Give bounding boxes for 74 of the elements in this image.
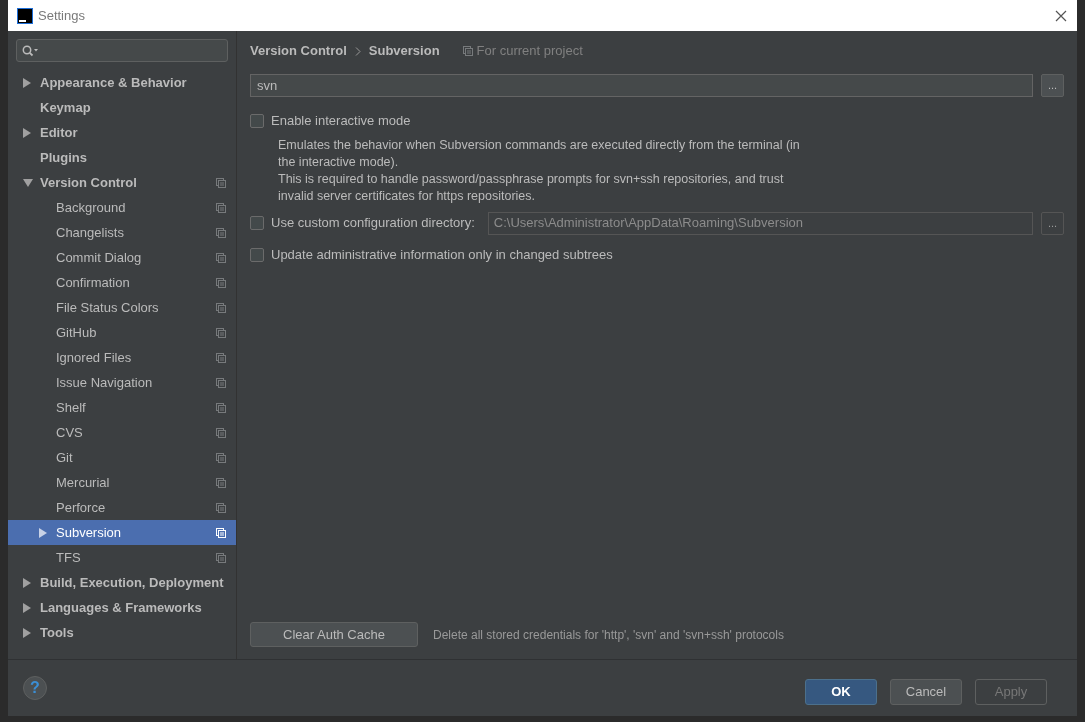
tree-item[interactable]: Background (8, 195, 236, 220)
checkbox-label[interactable]: Use custom configuration directory: (271, 213, 475, 233)
tree-item[interactable]: Commit Dialog (8, 245, 236, 270)
tree-item[interactable]: GitHub (8, 320, 236, 345)
browse-button[interactable]: ... (1041, 211, 1064, 235)
description-text: Emulates the behavior when Subversion commands are executed directly from the terminal (in (278, 137, 800, 154)
app-logo-icon (17, 7, 33, 24)
tree-item[interactable]: Tools (8, 620, 236, 645)
tree-item[interactable]: Git (8, 445, 236, 470)
config-directory-field[interactable]: C:\Users\Administrator\AppData\Roaming\Subversion (487, 211, 1033, 235)
checkbox-label[interactable]: Update administrative information only in changed subtrees (271, 245, 613, 265)
collapsed-arrow-icon[interactable] (23, 577, 31, 588)
tree-item[interactable]: Issue Navigation (8, 370, 236, 395)
scope-label: For current project (476, 42, 583, 61)
project-settings-icon (462, 46, 473, 56)
tree-item[interactable]: TFS (8, 545, 236, 570)
tree-item[interactable]: Confirmation (8, 270, 236, 295)
project-settings-icon (216, 427, 226, 438)
tree-item[interactable]: Changelists (8, 220, 236, 245)
tree-item[interactable]: CVS (8, 420, 236, 445)
tree-item[interactable]: Appearance & Behavior (8, 70, 236, 95)
window-title: Settings (38, 6, 85, 25)
project-settings-icon (216, 377, 226, 388)
auth-cache-note: Delete all stored credentials for 'http', 'svn' and 'svn+ssh' protocols (433, 626, 784, 644)
close-icon[interactable] (1055, 9, 1067, 22)
description-text: the interactive mode). (278, 154, 399, 171)
description-text: invalid server certificates for https repositories. (278, 188, 536, 205)
tree-item[interactable]: Perforce (8, 495, 236, 520)
tree-item[interactable]: Ignored Files (8, 345, 236, 370)
collapsed-arrow-icon[interactable] (23, 127, 31, 138)
expanded-arrow-icon[interactable] (23, 178, 33, 187)
executable-path-field[interactable]: svn (250, 74, 1033, 97)
project-settings-icon (216, 402, 226, 413)
project-settings-icon (216, 277, 226, 288)
project-settings-icon (216, 252, 226, 263)
collapsed-arrow-icon[interactable] (23, 77, 31, 88)
clear-auth-cache-button[interactable]: Clear Auth Cache (250, 622, 418, 647)
tree-item[interactable]: Languages & Frameworks (8, 595, 236, 620)
project-settings-icon (216, 552, 226, 563)
checkbox[interactable] (250, 114, 264, 128)
tree-item[interactable]: Mercurial (8, 470, 236, 495)
checkbox[interactable] (250, 248, 264, 262)
project-settings-icon (216, 352, 226, 363)
tree-item[interactable]: Shelf (8, 395, 236, 420)
checkbox-label[interactable]: Enable interactive mode (271, 111, 411, 131)
project-settings-icon (216, 202, 226, 213)
collapsed-arrow-icon[interactable] (23, 627, 31, 638)
tree-item[interactable]: Build, Execution, Deployment (8, 570, 236, 595)
collapsed-arrow-icon[interactable] (39, 527, 47, 538)
project-settings-icon (216, 477, 226, 488)
search-field[interactable] (16, 39, 228, 62)
project-settings-icon (216, 327, 226, 338)
search-icon (22, 44, 39, 57)
tree-item[interactable]: Keymap (8, 95, 236, 120)
collapsed-arrow-icon[interactable] (23, 602, 31, 613)
description-text: This is required to handle password/passphrase prompts for svn+ssh repositories, and trust (278, 171, 784, 188)
chevron-icon (354, 46, 361, 56)
dialog-button[interactable]: Cancel (890, 679, 962, 705)
tree-item[interactable]: Version Control (8, 170, 236, 195)
project-settings-icon (216, 527, 226, 538)
tree-item[interactable]: File Status Colors (8, 295, 236, 320)
project-settings-icon (216, 302, 226, 313)
tree-item[interactable]: Plugins (8, 145, 236, 170)
project-settings-icon (216, 452, 226, 463)
project-settings-icon (216, 177, 226, 188)
project-settings-icon (216, 227, 226, 238)
browse-button[interactable]: ... (1041, 74, 1064, 97)
tree-item[interactable]: Subversion (8, 520, 236, 545)
checkbox[interactable] (250, 216, 264, 230)
dialog-button[interactable]: OK (805, 679, 877, 705)
tree-item[interactable]: Editor (8, 120, 236, 145)
breadcrumb-item: Version Control (250, 42, 347, 61)
project-settings-icon (216, 502, 226, 513)
breadcrumb-item: Subversion (368, 42, 440, 61)
